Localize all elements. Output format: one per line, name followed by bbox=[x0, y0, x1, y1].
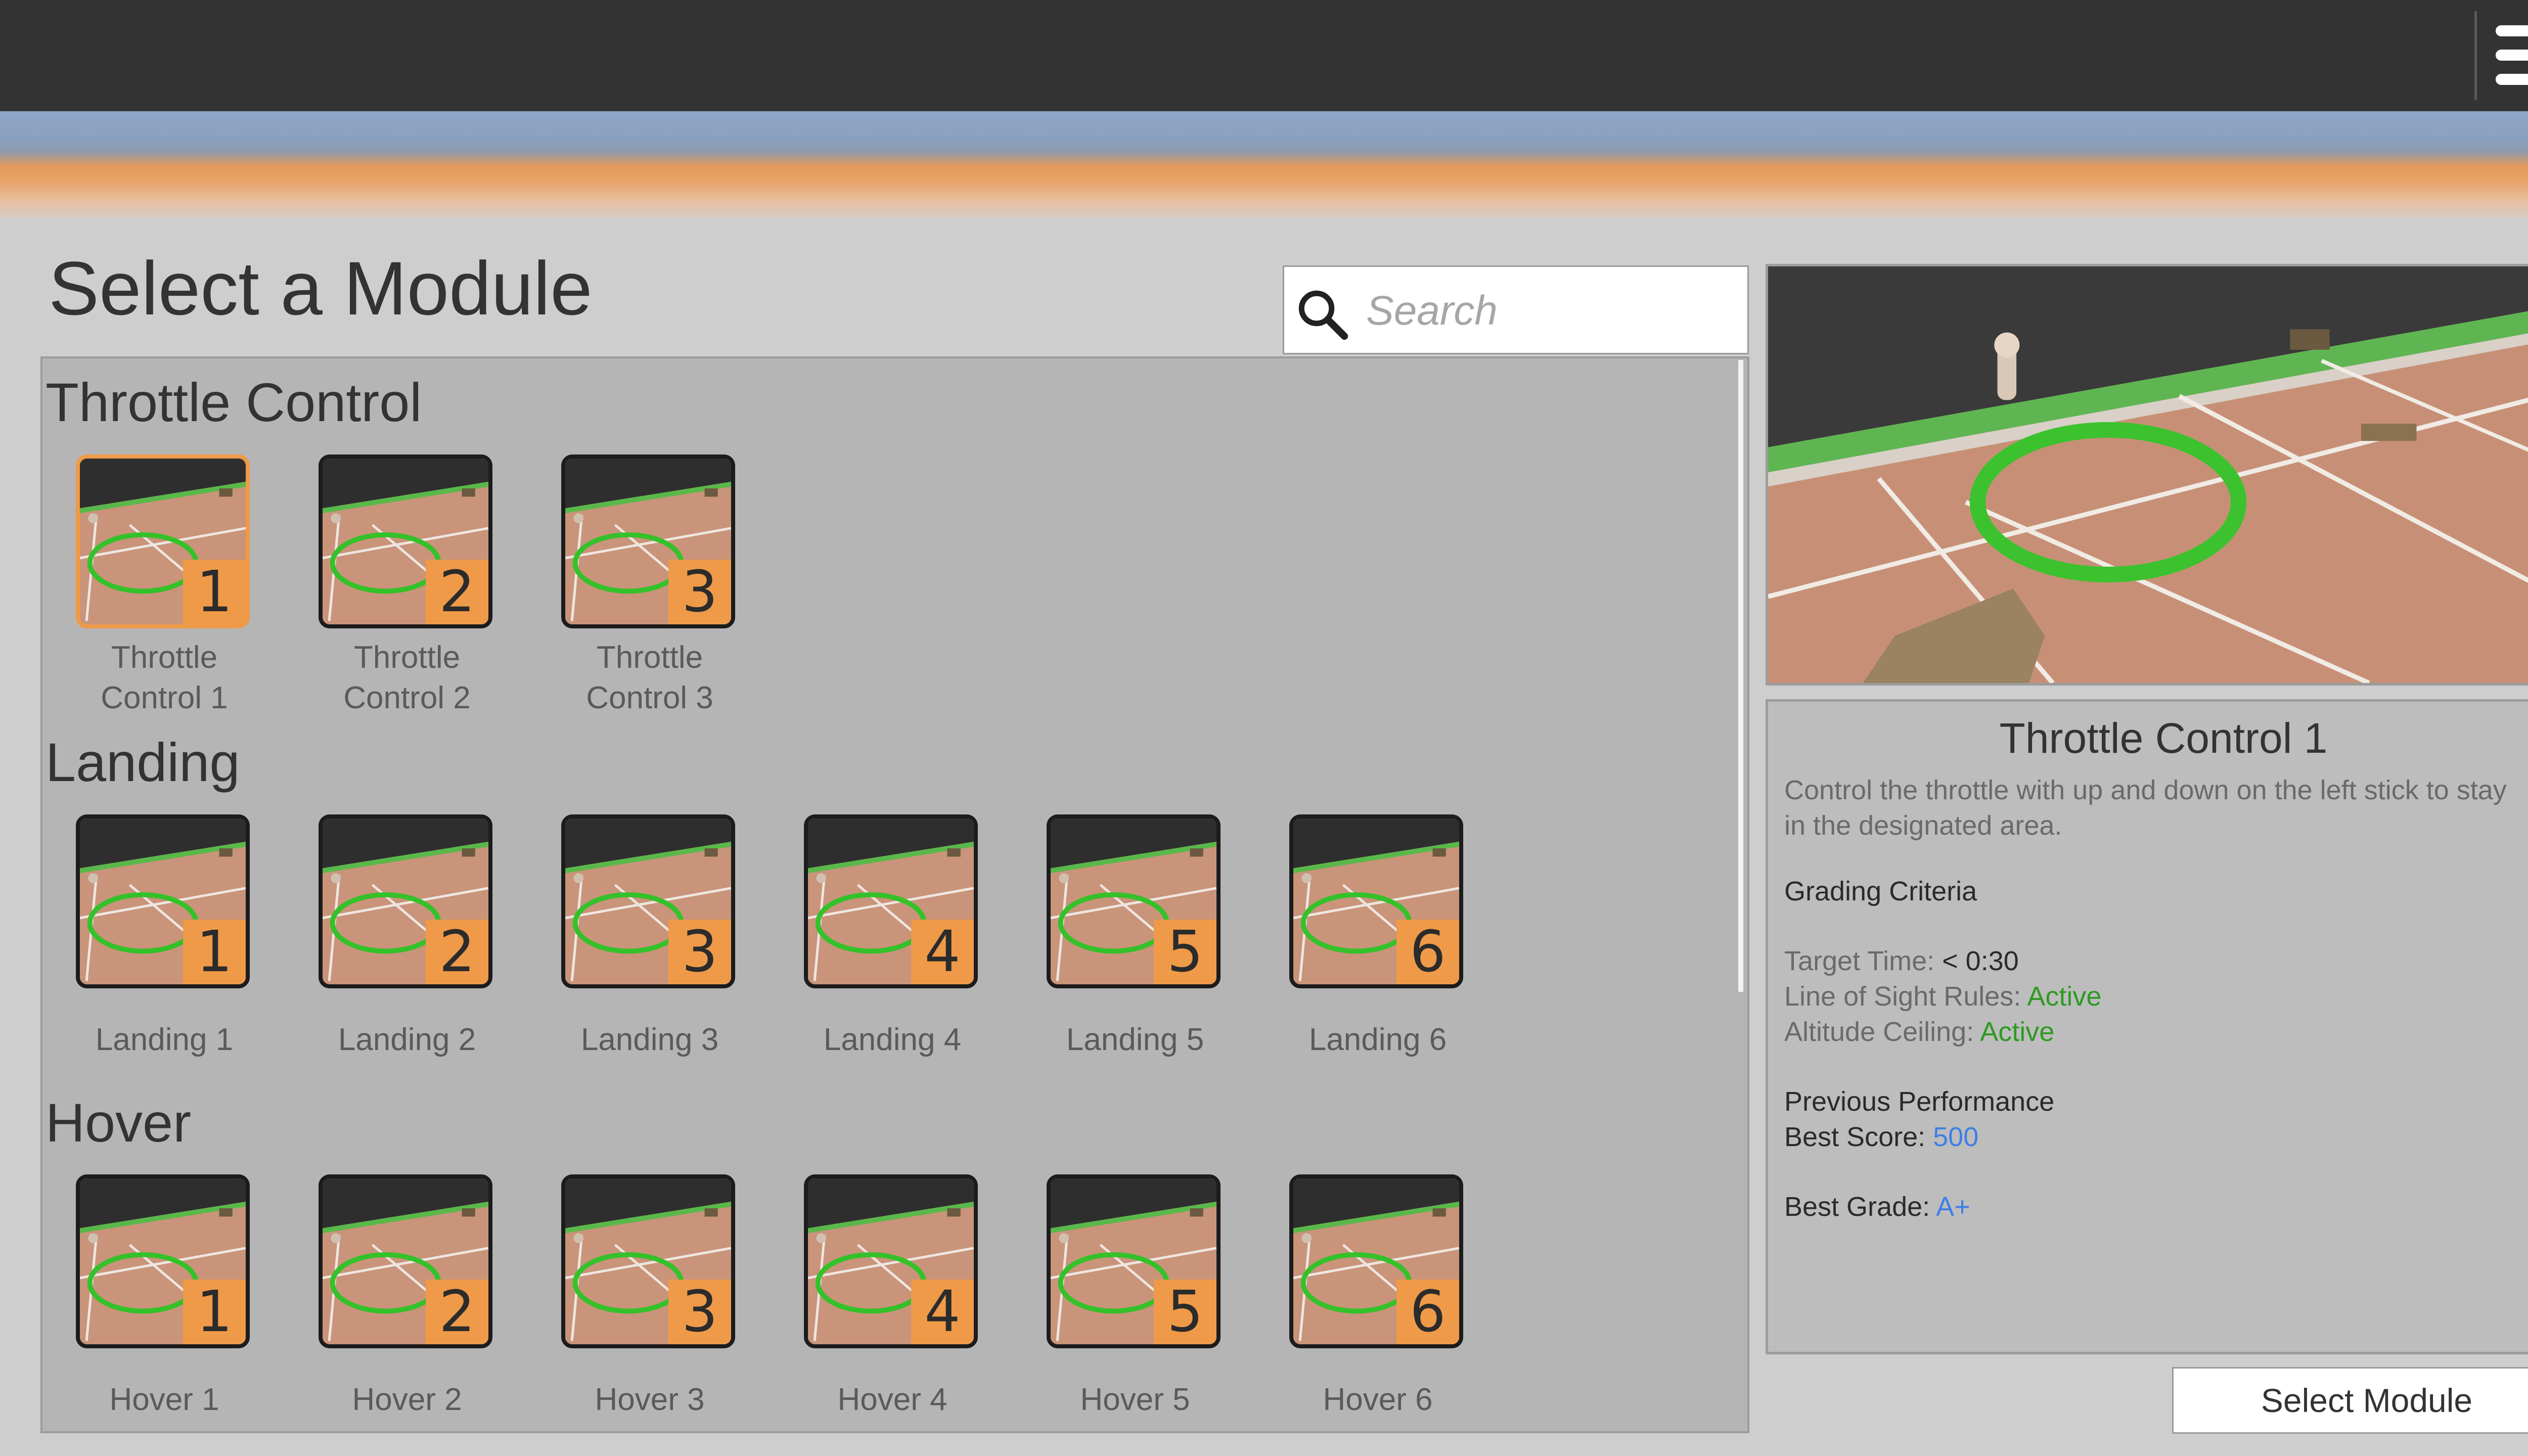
top-bar bbox=[0, 0, 2528, 111]
module-thumbnail: 2 bbox=[319, 814, 492, 988]
module-number-badge: 6 bbox=[1396, 1280, 1459, 1344]
module-tile-hover-1[interactable]: 1 Hover 1 bbox=[76, 1174, 253, 1420]
module-number-badge: 4 bbox=[911, 920, 974, 984]
module-label: Landing 6 bbox=[1308, 1022, 1447, 1057]
module-number-badge: 1 bbox=[183, 920, 246, 984]
section-title-throttle-control: Throttle Control bbox=[46, 372, 422, 433]
module-tile-hover-2[interactable]: 2 Hover 2 bbox=[319, 1174, 495, 1420]
altitude-ceiling-label: Altitude Ceiling: bbox=[1784, 1017, 1974, 1047]
hamburger-menu-icon[interactable] bbox=[2494, 20, 2528, 91]
module-number-badge: 2 bbox=[426, 560, 488, 624]
module-tile-hover-5[interactable]: 5 Hover 5 bbox=[1047, 1174, 1224, 1420]
module-label: Landing 3 bbox=[580, 1022, 719, 1057]
module-label: Hover 3 bbox=[595, 1382, 705, 1417]
module-tile-landing-1[interactable]: 1 Landing 1 bbox=[76, 814, 253, 1060]
module-label: Hover 5 bbox=[1080, 1382, 1190, 1417]
section-title-hover: Hover bbox=[46, 1092, 192, 1153]
module-tile-hover-3[interactable]: 3 Hover 3 bbox=[561, 1174, 738, 1420]
module-thumbnail: 2 bbox=[319, 454, 492, 628]
module-number-badge: 5 bbox=[1154, 1280, 1216, 1344]
target-time-label: Target Time: bbox=[1784, 946, 1935, 976]
module-thumbnail: 5 bbox=[1047, 1174, 1221, 1348]
module-number-badge: 6 bbox=[1396, 920, 1459, 984]
module-thumbnail: 3 bbox=[561, 814, 735, 988]
altitude-ceiling-value: Active bbox=[1980, 1017, 2055, 1047]
grading-criteria-heading: Grading Criteria bbox=[1784, 876, 1977, 906]
module-number-badge: 1 bbox=[183, 1280, 246, 1344]
best-grade-label: Best Grade: bbox=[1784, 1192, 1930, 1222]
page-title: Select a Module bbox=[49, 246, 593, 331]
module-tile-landing-3[interactable]: 3 Landing 3 bbox=[561, 814, 738, 1060]
search-box[interactable] bbox=[1283, 265, 1749, 354]
module-label: Throttle Control 3 bbox=[586, 640, 713, 715]
module-tile-landing-4[interactable]: 4 Landing 4 bbox=[804, 814, 981, 1060]
module-thumbnail: 1 bbox=[76, 454, 250, 628]
module-thumbnail: 5 bbox=[1047, 814, 1221, 988]
module-label: Landing 5 bbox=[1066, 1022, 1204, 1057]
module-thumbnail: 2 bbox=[319, 1174, 492, 1348]
horizon-banner bbox=[0, 111, 2528, 218]
module-thumbnail: 3 bbox=[561, 1174, 735, 1348]
module-label: Hover 4 bbox=[837, 1382, 947, 1417]
arena-preview-image bbox=[1768, 266, 2528, 683]
module-label: Hover 2 bbox=[352, 1382, 462, 1417]
module-thumbnail: 4 bbox=[804, 814, 978, 988]
best-score-row: Best Score: 500 bbox=[1784, 1119, 1978, 1155]
previous-performance-heading: Previous Performance bbox=[1784, 1086, 2055, 1117]
menu-divider bbox=[2474, 11, 2477, 100]
module-number-badge: 3 bbox=[668, 1280, 731, 1344]
module-number-badge: 5 bbox=[1154, 920, 1216, 984]
module-list-panel[interactable]: Throttle Control 1 Throttle Control 1 2 … bbox=[40, 356, 1749, 1433]
details-description: Control the throttle with up and down on… bbox=[1784, 775, 2507, 841]
module-thumbnail: 6 bbox=[1289, 1174, 1463, 1348]
module-preview-image bbox=[1766, 264, 2528, 686]
module-number-badge: 2 bbox=[426, 920, 488, 984]
module-label: Landing 4 bbox=[823, 1022, 962, 1057]
module-tile-landing-5[interactable]: 5 Landing 5 bbox=[1047, 814, 1224, 1060]
module-thumbnail: 6 bbox=[1289, 814, 1463, 988]
select-module-button[interactable]: Select Module bbox=[2172, 1367, 2528, 1434]
best-score-label: Best Score: bbox=[1784, 1122, 1926, 1152]
line-of-sight-label: Line of Sight Rules: bbox=[1784, 981, 2021, 1012]
details-title: Throttle Control 1 bbox=[1999, 714, 2328, 762]
module-list-scrollbar[interactable] bbox=[1738, 360, 1743, 992]
target-time-value: < 0:30 bbox=[1942, 946, 2019, 976]
module-tile-hover-6[interactable]: 6 Hover 6 bbox=[1289, 1174, 1466, 1420]
module-label: Throttle Control 2 bbox=[343, 640, 471, 715]
search-icon bbox=[1298, 290, 1348, 340]
module-thumbnail: 1 bbox=[76, 1174, 250, 1348]
section-title-landing: Landing bbox=[46, 732, 240, 793]
altitude-ceiling-row: Altitude Ceiling: Active bbox=[1784, 1014, 2054, 1050]
target-time-row: Target Time: < 0:30 bbox=[1784, 943, 2019, 979]
best-grade-value: A+ bbox=[1936, 1192, 1970, 1222]
module-tile-throttle-control-2[interactable]: 2 Throttle Control 2 bbox=[319, 454, 495, 718]
module-number-badge: 2 bbox=[426, 1280, 488, 1344]
module-label: Hover 6 bbox=[1323, 1382, 1433, 1417]
module-label: Throttle Control 1 bbox=[101, 640, 228, 715]
line-of-sight-value: Active bbox=[2027, 981, 2102, 1012]
module-number-badge: 3 bbox=[668, 920, 731, 984]
best-grade-row: Best Grade: A+ bbox=[1784, 1189, 1970, 1224]
search-input[interactable] bbox=[1365, 277, 1736, 345]
line-of-sight-row: Line of Sight Rules: Active bbox=[1784, 979, 2101, 1014]
module-label: Hover 1 bbox=[109, 1382, 219, 1417]
module-thumbnail: 1 bbox=[76, 814, 250, 988]
module-tile-hover-4[interactable]: 4 Hover 4 bbox=[804, 1174, 981, 1420]
module-number-badge: 1 bbox=[183, 560, 246, 624]
module-tile-landing-2[interactable]: 2 Landing 2 bbox=[319, 814, 495, 1060]
module-thumbnail: 4 bbox=[804, 1174, 978, 1348]
module-tile-throttle-control-1[interactable]: 1 Throttle Control 1 bbox=[76, 454, 253, 718]
module-number-badge: 3 bbox=[668, 560, 731, 624]
module-details-panel: Throttle Control 1 Control the throttle … bbox=[1766, 699, 2528, 1354]
module-thumbnail: 3 bbox=[561, 454, 735, 628]
module-label: Landing 1 bbox=[95, 1022, 234, 1057]
module-tile-landing-6[interactable]: 6 Landing 6 bbox=[1289, 814, 1466, 1060]
module-number-badge: 4 bbox=[911, 1280, 974, 1344]
module-tile-throttle-control-3[interactable]: 3 Throttle Control 3 bbox=[561, 454, 738, 718]
best-score-value: 500 bbox=[1933, 1122, 1979, 1152]
module-label: Landing 2 bbox=[338, 1022, 476, 1057]
